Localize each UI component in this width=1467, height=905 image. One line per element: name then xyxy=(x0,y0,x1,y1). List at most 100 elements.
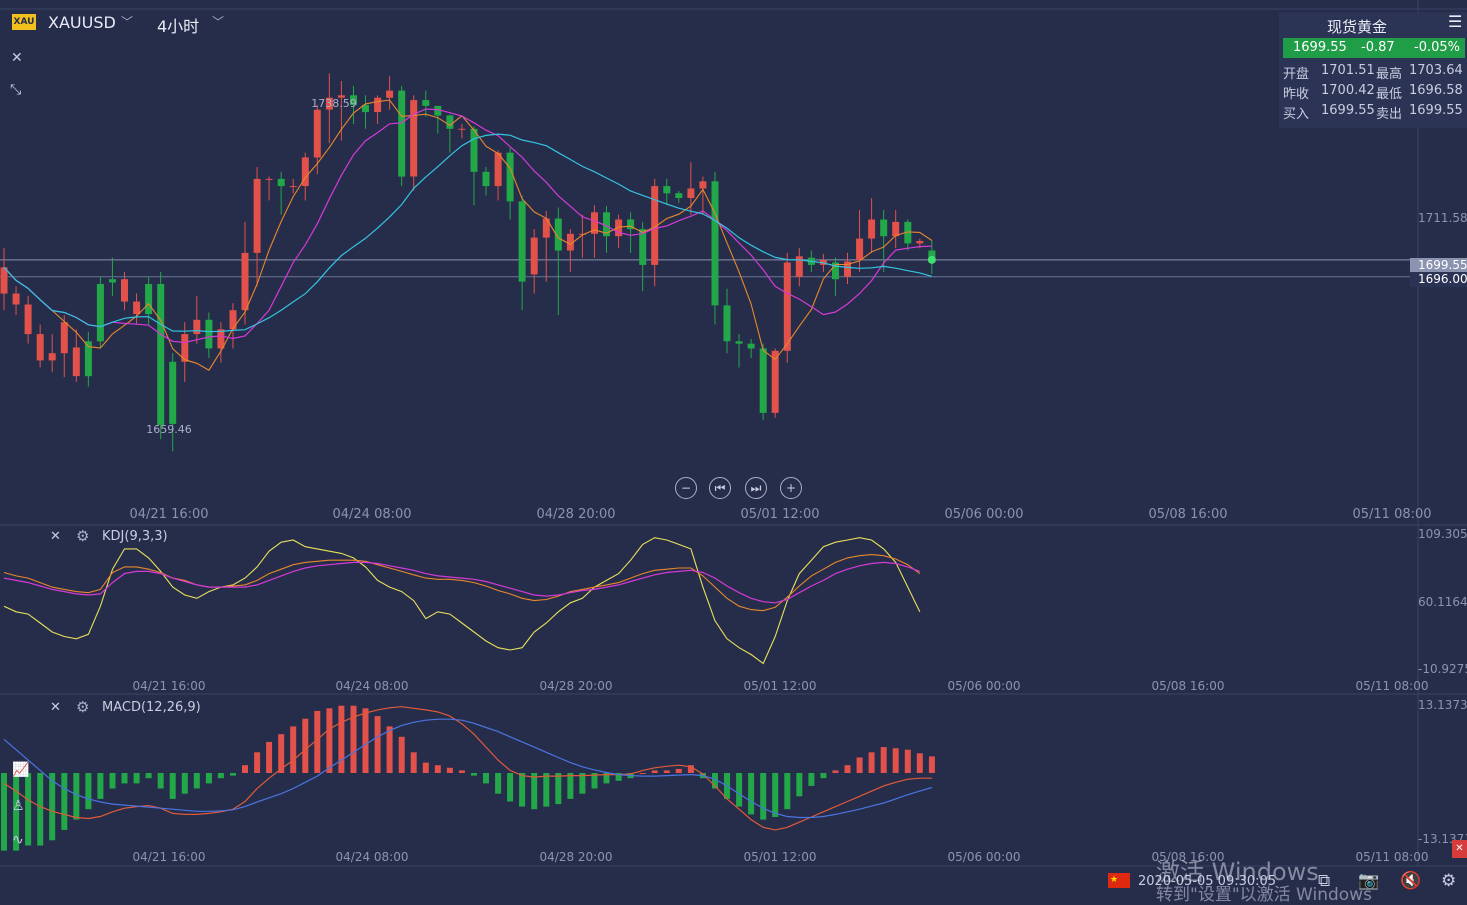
x-tick: 04/24 08:00 xyxy=(335,850,409,864)
macd-histogram-bar xyxy=(434,765,441,773)
x-tick: 05/08 16:00 xyxy=(1148,507,1228,522)
alert-icon[interactable]: ✕ xyxy=(1452,840,1467,858)
x-tick: 04/21 16:00 xyxy=(132,850,206,864)
candle-body xyxy=(458,128,466,130)
candle-body xyxy=(723,305,731,342)
zoom-in-button[interactable]: + xyxy=(780,477,802,499)
candle-body xyxy=(494,152,502,187)
ma-short-line xyxy=(3,99,933,371)
x-tick: 05/01 12:00 xyxy=(740,507,820,522)
candle-body xyxy=(48,353,56,361)
macd-histogram-bar xyxy=(543,773,550,807)
collapse-icon[interactable]: ⤡ xyxy=(10,82,21,98)
x-tick: 04/21 16:00 xyxy=(129,507,209,522)
candle-body xyxy=(0,267,8,294)
last-price-tag: 1699.55 xyxy=(1410,258,1467,273)
macd-histogram-bar xyxy=(471,773,477,776)
high-annotation: 1738.59 xyxy=(311,97,357,110)
scroll-start-button[interactable]: ⏮ xyxy=(709,477,731,499)
macd-histogram-bar xyxy=(25,773,32,846)
macd-histogram-bar xyxy=(760,773,767,820)
macd-histogram-bar xyxy=(145,773,152,779)
macd-histogram-bar xyxy=(326,708,333,773)
period-selector[interactable]: 4小时 xyxy=(157,13,199,37)
candle-body xyxy=(518,201,526,282)
macd-label: MACD(12,26,9) xyxy=(102,700,201,715)
macd-histogram-bar xyxy=(157,773,164,789)
candle-body xyxy=(277,178,285,187)
indicator-icon[interactable]: 📈 xyxy=(12,762,29,778)
candle-body xyxy=(675,193,683,198)
macd-histogram-bar xyxy=(736,773,743,807)
candle-body xyxy=(892,221,900,237)
scroll-end-button[interactable]: ⏭ xyxy=(745,477,767,499)
quote-high: 1703.64 xyxy=(1409,63,1463,78)
settings-icon[interactable]: ⚙ xyxy=(1441,871,1456,891)
macd-histogram-bar xyxy=(386,726,393,773)
close-icon[interactable]: ✕ xyxy=(11,50,23,66)
candle-body xyxy=(157,284,165,425)
chevron-down-icon[interactable]: ﹀ xyxy=(121,13,133,30)
macd-histogram-bar xyxy=(422,762,429,773)
candle-body xyxy=(60,322,68,354)
candle-body xyxy=(398,90,406,177)
macd-histogram-bar xyxy=(748,773,755,815)
macd-histogram-bar xyxy=(302,718,309,773)
macd-histogram-bar xyxy=(820,773,827,779)
quote-low: 1696.58 xyxy=(1409,83,1463,98)
candle-body xyxy=(771,350,779,413)
x-tick: 05/06 00:00 xyxy=(947,850,1021,864)
zoom-out-button[interactable]: − xyxy=(675,477,697,499)
gear-icon[interactable]: ⚙ xyxy=(76,698,89,716)
chart-canvas[interactable] xyxy=(0,0,1467,899)
macd-histogram-bar xyxy=(73,773,80,820)
ma-mid-line xyxy=(3,108,932,344)
wave-icon[interactable]: ∿ xyxy=(12,832,24,848)
gear-icon[interactable]: ⚙ xyxy=(76,527,89,545)
close-macd-icon[interactable]: ✕ xyxy=(50,700,61,715)
x-tick: 05/08 16:00 xyxy=(1151,679,1225,693)
candle-body xyxy=(241,252,249,311)
x-tick: 05/11 08:00 xyxy=(1355,850,1429,864)
quote-sell: 1699.55 xyxy=(1409,103,1463,118)
live-price-dot xyxy=(927,255,936,264)
close-kdj-icon[interactable]: ✕ xyxy=(50,529,61,544)
crosshair-price-tag: 1696.00 xyxy=(1410,272,1467,287)
macd-histogram-bar xyxy=(230,773,236,776)
macd-histogram-bar xyxy=(193,773,200,789)
candle-body xyxy=(916,241,924,244)
candle-body xyxy=(289,186,297,188)
low-annotation: 1659.46 xyxy=(146,423,192,436)
x-tick: 05/11 08:00 xyxy=(1352,507,1432,522)
quote-prev: 1700.42 xyxy=(1321,83,1375,98)
quote-buy-label: 买入 xyxy=(1283,107,1310,122)
macd-histogram-bar xyxy=(362,708,369,773)
macd-histogram-bar xyxy=(398,736,405,773)
mute-icon[interactable]: 🔇 xyxy=(1400,871,1421,891)
quote-change-pct: -0.05% xyxy=(1414,40,1460,55)
candle-body xyxy=(205,319,213,349)
macd-histogram-bar xyxy=(266,741,273,773)
macd-histogram-bar xyxy=(85,773,92,810)
macd-histogram-bar xyxy=(916,753,923,773)
kdj-k-line xyxy=(3,554,921,612)
x-tick: 05/11 08:00 xyxy=(1355,679,1429,693)
macd-histogram-bar xyxy=(868,752,875,773)
menu-icon[interactable]: ☰ xyxy=(1448,12,1462,31)
candle-body xyxy=(410,100,418,177)
quote-buy: 1699.55 xyxy=(1321,103,1375,118)
candle-body xyxy=(36,334,44,361)
kdj-d-line xyxy=(3,561,921,604)
macd-histogram-bar xyxy=(374,716,381,773)
chevron-down-icon[interactable]: ﹀ xyxy=(212,13,224,30)
candle-body xyxy=(470,128,478,172)
macd-histogram-bar xyxy=(458,770,465,773)
draw-tool-icon[interactable]: ♙ xyxy=(12,798,25,814)
symbol-selector[interactable]: XAUUSD xyxy=(48,13,116,32)
macd-histogram-bar xyxy=(507,773,514,802)
macd-histogram-bar xyxy=(832,770,839,773)
candle-body xyxy=(374,97,382,112)
candle-body xyxy=(169,361,177,424)
macd-histogram-bar xyxy=(169,773,176,799)
candle-body xyxy=(747,343,755,349)
